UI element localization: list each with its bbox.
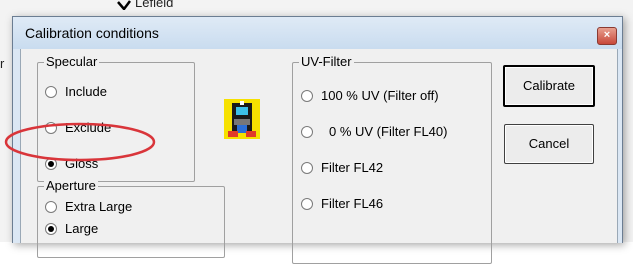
- radio-fl42-button[interactable]: [301, 161, 313, 174]
- close-button[interactable]: ×: [597, 27, 617, 45]
- uv-filter-group-label: UV-Filter: [299, 54, 354, 69]
- radio-large[interactable]: Large: [45, 221, 98, 236]
- radio-extra-large[interactable]: Extra Large: [45, 199, 132, 214]
- dialog-title: Calibration conditions: [25, 25, 159, 41]
- cancel-button[interactable]: Cancel: [504, 124, 594, 164]
- radio-uv-0-button[interactable]: [301, 125, 313, 138]
- background-label: Lefield: [135, 0, 174, 10]
- radio-uv-0[interactable]: 0 % UV (Filter FL40): [301, 124, 447, 139]
- calibrate-button[interactable]: Calibrate: [503, 65, 595, 107]
- aperture-group: Aperture Extra Large Large: [37, 178, 225, 258]
- radio-large-label: Large: [65, 221, 99, 236]
- radio-include[interactable]: Include: [45, 84, 107, 99]
- radio-fl46[interactable]: Filter FL46: [301, 196, 383, 211]
- calibration-device-icon: [224, 99, 260, 139]
- gloss-highlight-annotation: [4, 122, 156, 162]
- radio-extra-large-label: Extra Large: [65, 199, 133, 214]
- radio-extra-large-button[interactable]: [45, 200, 57, 213]
- uv-filter-group: UV-Filter 100 % UV (Filter off) 0 % UV (…: [292, 54, 492, 264]
- radio-include-label: Include: [65, 84, 107, 99]
- radio-fl42-label: Filter FL42: [321, 160, 384, 175]
- radio-uv-100[interactable]: 100 % UV (Filter off): [301, 88, 439, 103]
- radio-fl46-button[interactable]: [301, 197, 313, 210]
- aperture-group-label: Aperture: [44, 178, 98, 193]
- radio-fl42[interactable]: Filter FL42: [301, 160, 383, 175]
- specular-group-label: Specular: [44, 54, 100, 69]
- close-icon: ×: [603, 29, 611, 41]
- radio-fl46-label: Filter FL46: [321, 196, 384, 211]
- background-app-icon: [117, 0, 131, 10]
- dialog-titlebar[interactable]: Calibration conditions ×: [13, 17, 622, 49]
- radio-uv-100-button[interactable]: [301, 89, 313, 102]
- background-edge-text: r: [0, 56, 5, 71]
- radio-uv-0-label: 0 % UV (Filter FL40): [329, 124, 448, 139]
- radio-large-button[interactable]: [45, 222, 57, 235]
- radio-include-button[interactable]: [45, 85, 57, 98]
- radio-uv-100-label: 100 % UV (Filter off): [321, 88, 439, 103]
